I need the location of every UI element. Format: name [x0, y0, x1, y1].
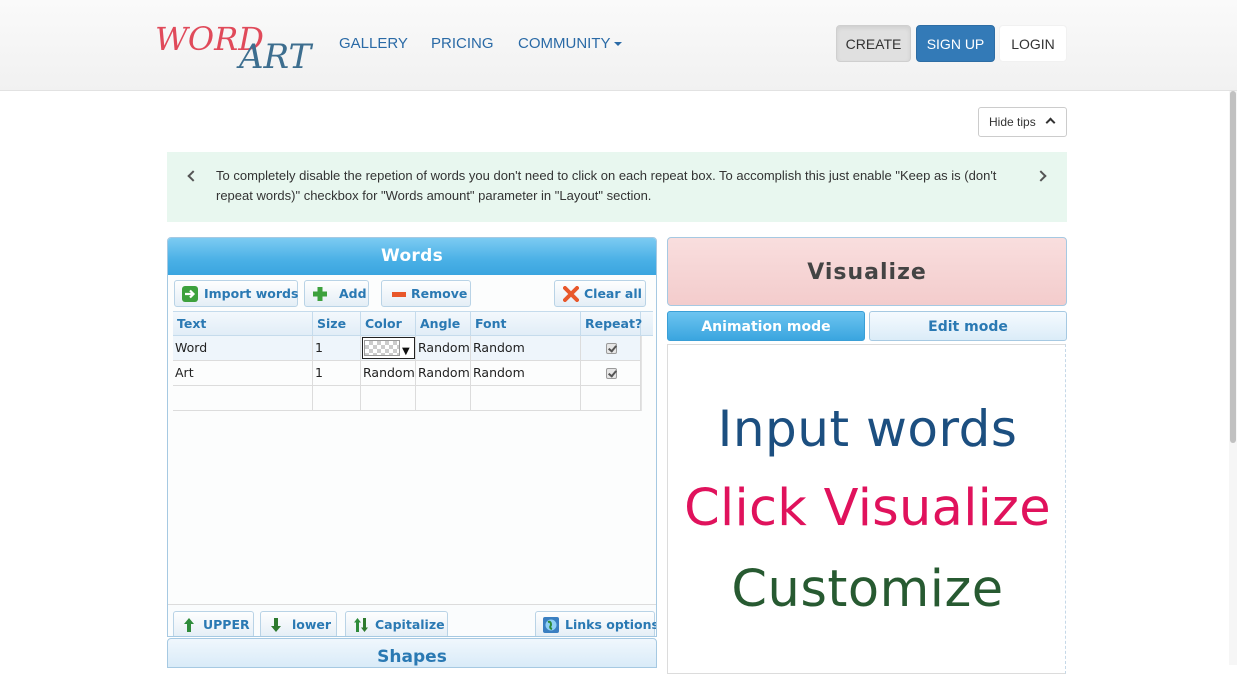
words-panel-footer: UPPER lower Capitalize Links options	[168, 604, 657, 636]
cell-text[interactable]	[173, 386, 313, 410]
dropdown-arrow-icon: ▼	[402, 346, 410, 357]
nav-community[interactable]: COMMUNITY	[518, 35, 622, 52]
remove-word-label: Remove	[411, 286, 468, 301]
uppercase-button[interactable]: UPPER	[173, 611, 254, 636]
cell-angle[interactable]: Random	[416, 336, 471, 360]
capitalize-icon	[354, 618, 368, 632]
visualize-button[interactable]: Visualize	[667, 237, 1067, 306]
table-row[interactable]: Art 1 Random Random Random	[173, 361, 641, 386]
lowercase-label: lower	[292, 617, 332, 632]
signup-button[interactable]: SIGN UP	[916, 25, 995, 62]
repeat-checkbox[interactable]	[606, 368, 617, 379]
clear-all-label: Clear all	[584, 286, 642, 301]
cell-font[interactable]: Random	[471, 361, 581, 385]
col-angle[interactable]: Angle	[416, 312, 471, 336]
hide-tips-button[interactable]: Hide tips	[978, 107, 1067, 137]
table-row-empty[interactable]	[173, 386, 641, 411]
col-text[interactable]: Text	[173, 312, 313, 336]
cell-color[interactable]: Random	[361, 361, 416, 385]
chevron-up-icon	[1045, 117, 1056, 128]
cell-text[interactable]: Art	[173, 361, 313, 385]
nav-community-label: COMMUNITY	[518, 35, 611, 52]
canvas-line-customize: Customize	[731, 560, 1004, 619]
caret-down-icon	[613, 42, 622, 47]
words-panel: Words Import words Add Remove Clear all …	[167, 237, 657, 637]
preview-canvas[interactable]: Input words Click Visualize Customize	[667, 344, 1066, 674]
wordart-logo[interactable]: WORD ART	[155, 20, 320, 74]
color-swatch	[364, 340, 400, 356]
words-panel-title: Words	[168, 238, 656, 275]
globe-icon	[543, 617, 559, 633]
edit-mode-button[interactable]: Edit mode	[869, 311, 1067, 341]
navbar: WORD ART GALLERY PRICING COMMUNITY CREAT…	[0, 0, 1237, 91]
cell-font[interactable]	[471, 386, 581, 410]
import-words-button[interactable]: Import words	[174, 280, 298, 307]
logo-art-text: ART	[236, 37, 314, 74]
plus-icon	[313, 287, 327, 301]
canvas-line-input-words: Input words	[717, 400, 1018, 458]
tip-box: To completely disable the repetion of wo…	[167, 152, 1067, 222]
chevron-left-icon[interactable]	[187, 170, 199, 182]
nav-gallery[interactable]: GALLERY	[339, 35, 408, 52]
tip-text: To completely disable the repetion of wo…	[216, 168, 997, 203]
page-scrollbar[interactable]	[1229, 91, 1237, 665]
cell-color[interactable]: ▼	[361, 336, 416, 360]
col-color[interactable]: Color	[361, 312, 416, 336]
page-scrollbar-thumb[interactable]	[1230, 91, 1236, 443]
links-options-button[interactable]: Links options	[535, 611, 657, 636]
clear-x-icon	[563, 286, 579, 302]
capitalize-label: Capitalize	[375, 617, 445, 632]
cell-angle[interactable]: Random	[416, 361, 471, 385]
cell-text[interactable]: Word	[173, 336, 313, 360]
login-button[interactable]: LOGIN	[999, 25, 1067, 62]
table-row[interactable]: Word 1 ▼ Random Random	[173, 336, 641, 361]
cell-repeat[interactable]	[581, 386, 641, 410]
cell-size[interactable]: 1	[313, 361, 361, 385]
cell-color[interactable]	[361, 386, 416, 410]
minus-icon	[392, 292, 406, 297]
lowercase-button[interactable]: lower	[260, 611, 337, 636]
chevron-right-icon[interactable]	[1035, 170, 1047, 182]
shapes-panel-title[interactable]: Shapes	[167, 638, 657, 668]
arrow-down-icon	[271, 618, 281, 632]
capitalize-button[interactable]: Capitalize	[345, 611, 448, 636]
color-picker[interactable]: ▼	[362, 337, 415, 359]
col-size[interactable]: Size	[313, 312, 361, 336]
links-options-label: Links options	[565, 617, 657, 632]
nav-pricing[interactable]: PRICING	[431, 35, 494, 52]
animation-mode-button[interactable]: Animation mode	[667, 311, 865, 341]
import-icon	[182, 286, 198, 302]
add-word-label: Add	[339, 286, 367, 301]
canvas-line-click-visualize: Click Visualize	[684, 479, 1051, 538]
table-scrollbar[interactable]	[641, 336, 653, 411]
cell-repeat[interactable]	[581, 336, 641, 360]
arrow-up-icon	[184, 618, 194, 632]
cell-angle[interactable]	[416, 386, 471, 410]
create-button[interactable]: CREATE	[836, 25, 911, 62]
cell-font[interactable]: Random	[471, 336, 581, 360]
import-words-label: Import words	[204, 286, 299, 301]
remove-word-button[interactable]: Remove	[381, 280, 471, 307]
clear-all-button[interactable]: Clear all	[554, 280, 646, 307]
col-repeat[interactable]: Repeat?	[581, 312, 642, 336]
repeat-checkbox[interactable]	[606, 343, 617, 354]
cell-repeat[interactable]	[581, 361, 641, 385]
uppercase-label: UPPER	[203, 617, 250, 632]
cell-size[interactable]	[313, 386, 361, 410]
cell-size[interactable]: 1	[313, 336, 361, 360]
words-table-header: Text Size Color Angle Font Repeat?	[173, 311, 653, 336]
add-word-button[interactable]: Add	[304, 280, 369, 307]
hide-tips-label: Hide tips	[989, 115, 1036, 129]
col-font[interactable]: Font	[471, 312, 581, 336]
